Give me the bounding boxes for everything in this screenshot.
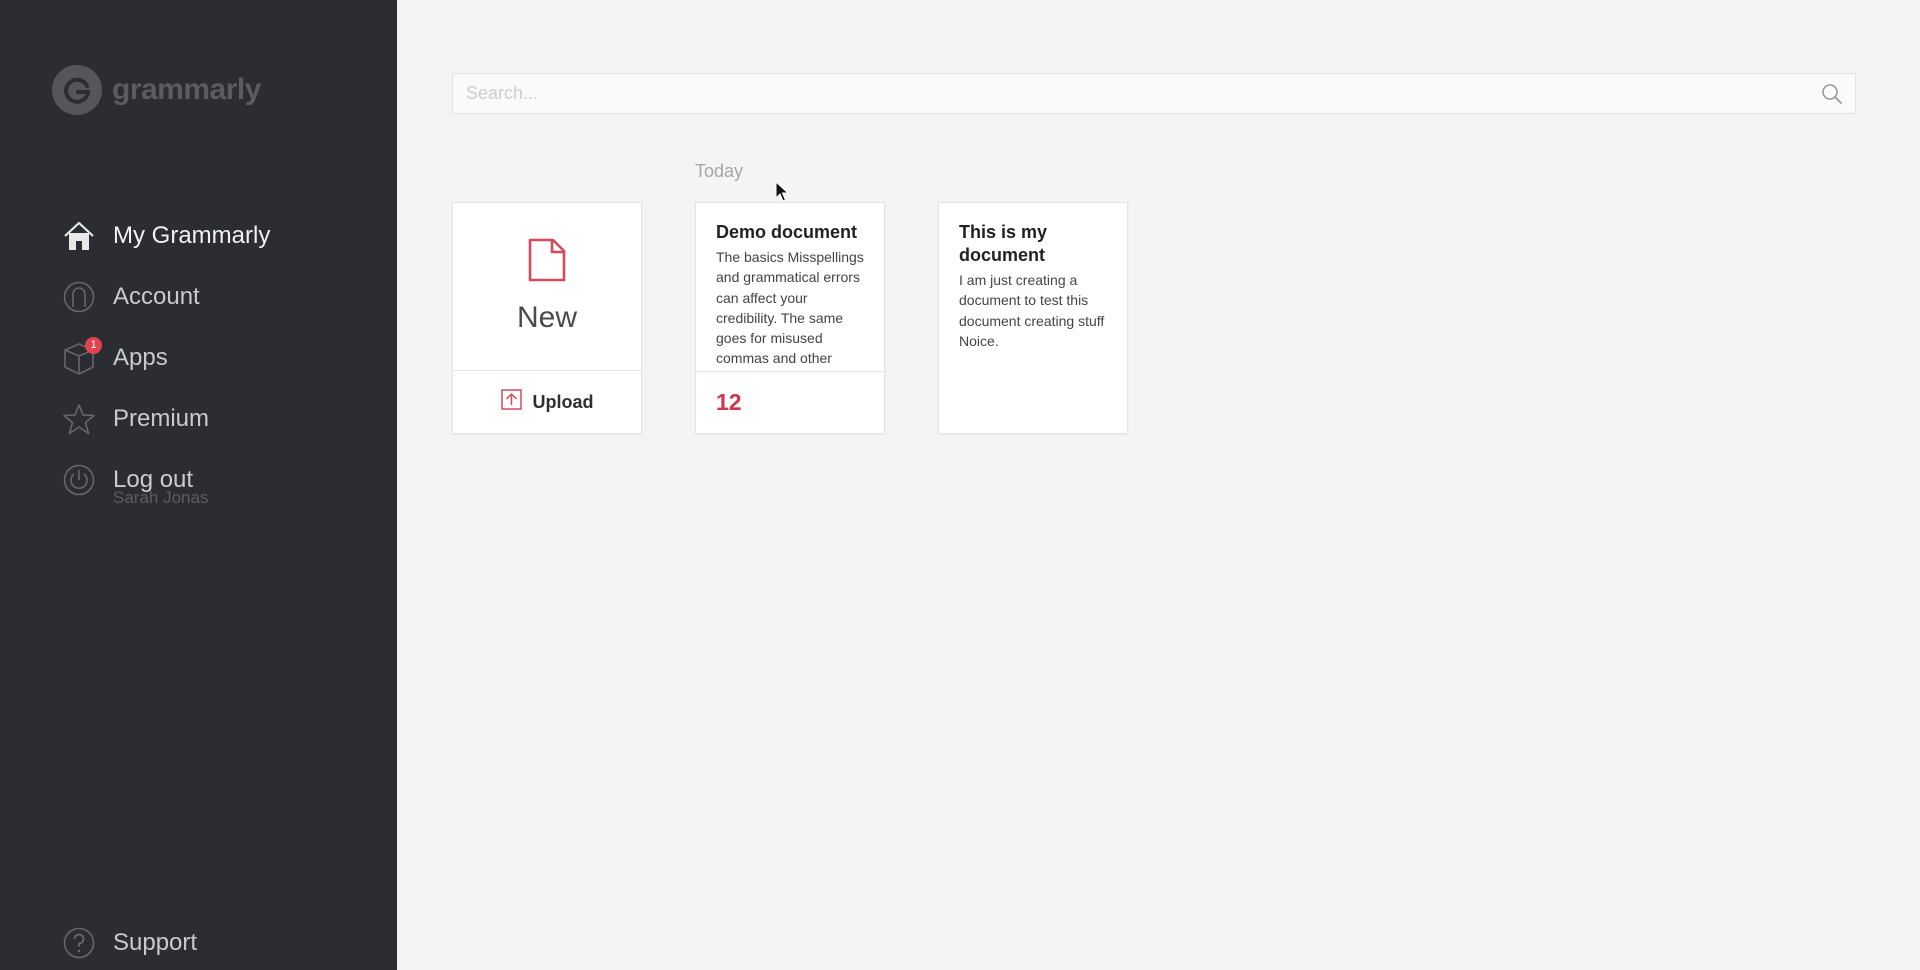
help-icon xyxy=(62,926,96,960)
new-document-button[interactable]: New xyxy=(453,203,641,371)
upload-label: Upload xyxy=(532,391,594,412)
sidebar-item-my-grammarly[interactable]: My Grammarly xyxy=(62,205,270,266)
document-preview: The basics Misspellings and grammatical … xyxy=(716,249,864,367)
document-card-my-document[interactable]: This is my document I am just creating a… xyxy=(938,202,1128,434)
document-title: Demo document xyxy=(716,222,858,242)
issue-count: 12 xyxy=(716,389,742,415)
new-document-icon xyxy=(527,238,567,287)
sidebar-item-label: Apps xyxy=(113,343,168,371)
mouse-pointer-icon xyxy=(775,180,790,208)
username: Sarah Jonas xyxy=(113,488,209,507)
apps-badge: 1 xyxy=(85,336,102,354)
support-link[interactable]: Support xyxy=(62,912,197,970)
sidebar-item-premium[interactable]: Premium xyxy=(62,388,270,449)
new-label: New xyxy=(516,301,577,334)
sidebar-nav: My Grammarly Account 1 Apps Premium Log … xyxy=(62,205,270,510)
section-label-today: Today xyxy=(695,161,744,181)
upload-icon xyxy=(500,389,522,415)
search-icon[interactable] xyxy=(1821,83,1843,110)
box-icon: 1 xyxy=(62,336,102,375)
support-label: Support xyxy=(113,928,198,956)
home-icon xyxy=(62,219,96,253)
main-content: Today New Upload Demo document The basic… xyxy=(397,0,1920,970)
search-input[interactable] xyxy=(453,74,1855,113)
new-document-card: New Upload xyxy=(452,202,642,434)
sidebar: grammarly My Grammarly Account 1 Apps Pr… xyxy=(0,0,397,970)
grammarly-logo[interactable]: grammarly xyxy=(52,65,261,115)
document-preview: I am just creating a document to test th… xyxy=(959,272,1105,349)
sidebar-item-account[interactable]: Account xyxy=(62,266,270,327)
upload-button[interactable]: Upload xyxy=(453,371,641,433)
sidebar-item-label: Account xyxy=(113,282,200,310)
document-card-demo[interactable]: Demo document The basics Misspellings an… xyxy=(695,202,885,434)
star-icon xyxy=(62,402,96,436)
sidebar-item-label: Premium xyxy=(113,404,210,432)
document-title: This is my document xyxy=(959,222,1048,265)
power-icon xyxy=(62,463,96,497)
card-divider xyxy=(696,371,884,372)
search-bar xyxy=(452,73,1856,114)
logo-text: grammarly xyxy=(112,73,261,106)
sidebar-item-apps[interactable]: 1 Apps xyxy=(62,327,270,388)
sidebar-item-label: My Grammarly xyxy=(113,221,271,249)
user-icon xyxy=(62,280,96,314)
grammarly-g-icon xyxy=(52,65,102,115)
